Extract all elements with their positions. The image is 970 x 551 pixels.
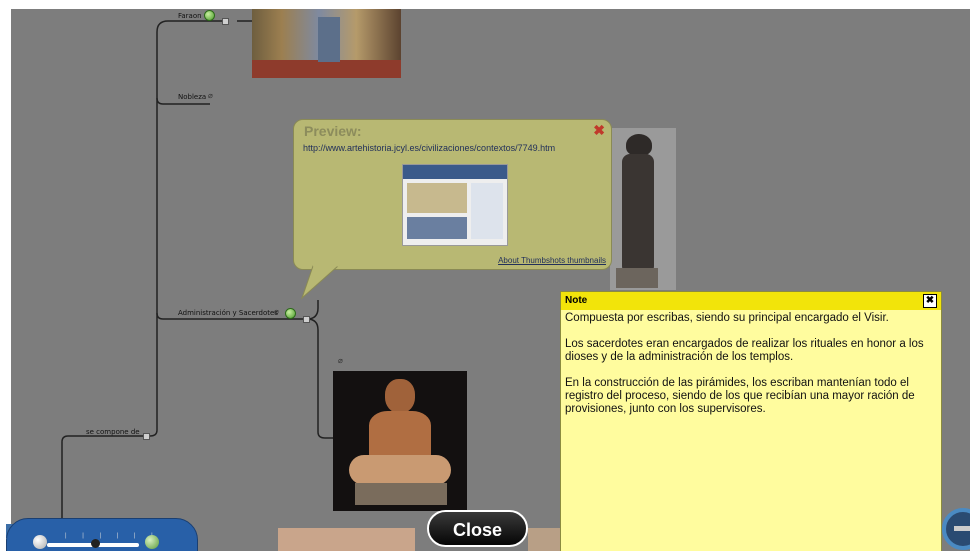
note-paragraph: Compuesta por escribas, siendo su princi…: [565, 312, 889, 324]
note-paragraph: Los sacerdotes eran encargados de realiz…: [565, 338, 924, 363]
zoom-out-icon[interactable]: [33, 535, 47, 549]
close-icon[interactable]: ✖: [923, 294, 937, 308]
navigation-control-bar: [954, 526, 970, 531]
note-body: Compuesta por escribas, siendo su princi…: [561, 310, 941, 431]
zoom-slider-knob[interactable]: [91, 539, 100, 548]
close-button[interactable]: Close: [427, 510, 528, 547]
note-title: Note: [565, 295, 588, 306]
zoom-in-icon[interactable]: [145, 535, 159, 549]
zoom-control: | | | | | |: [6, 518, 198, 551]
note-paragraph: En la construcción de las pirámides, los…: [565, 377, 915, 415]
note-panel: Note ✖ Compuesta por escribas, siendo su…: [560, 291, 942, 551]
note-header: Note ✖: [561, 292, 941, 310]
mind-map-canvas[interactable]: Faraon Nobleza ⌀ Administración y Sacerd…: [0, 0, 970, 551]
